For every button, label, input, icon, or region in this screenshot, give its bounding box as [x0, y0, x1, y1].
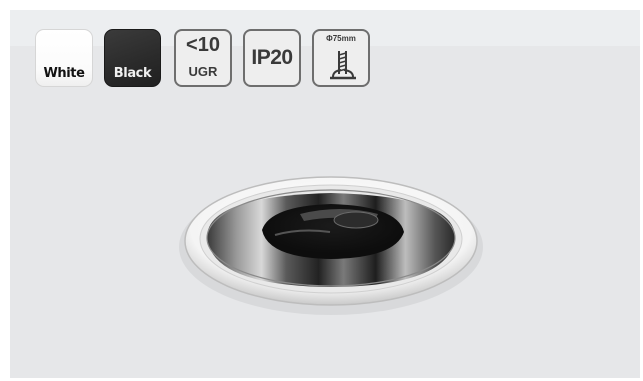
downlight-image [179, 176, 483, 315]
